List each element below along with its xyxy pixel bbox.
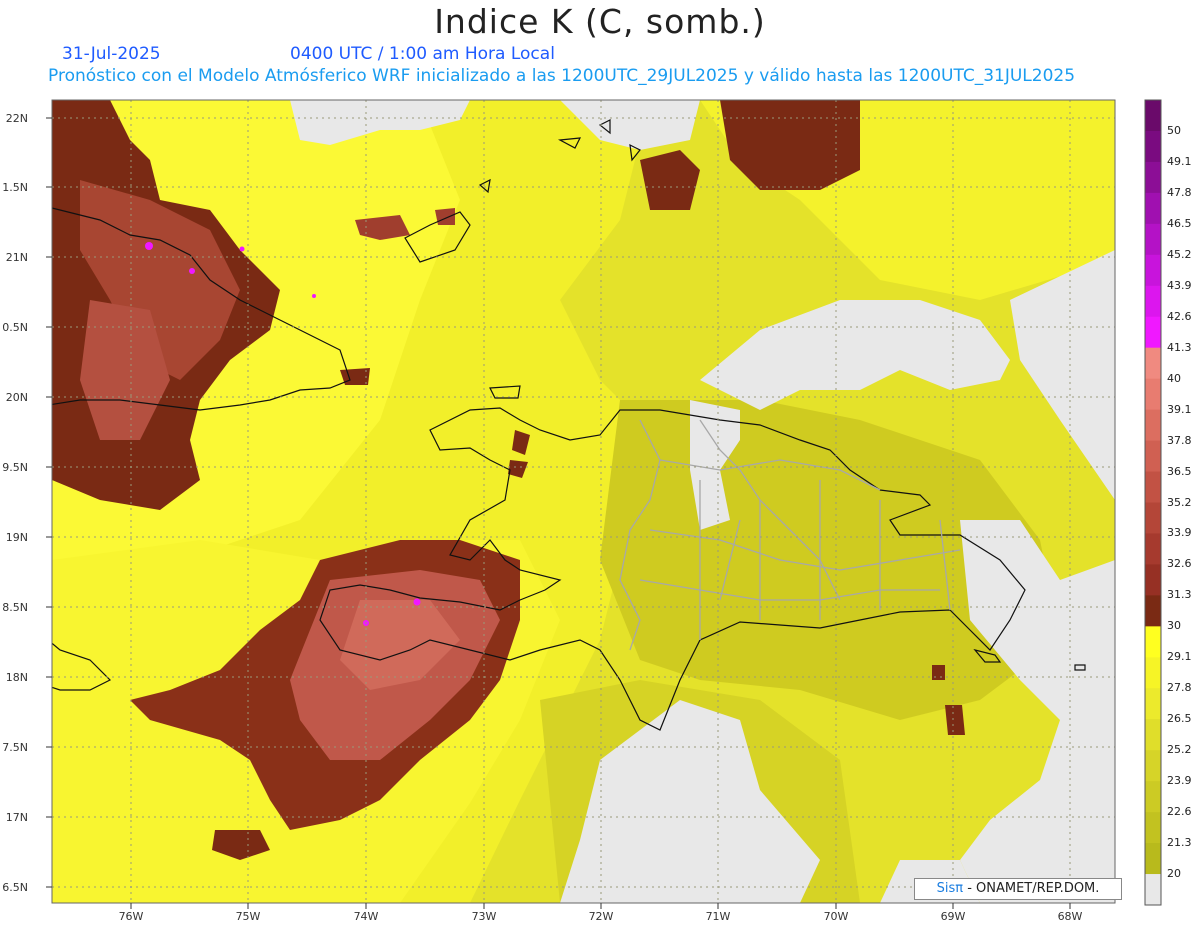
colorbar-segment [1145,502,1161,534]
lat-label: 22N [6,112,28,125]
colorbar-label: 36.5 [1167,464,1192,478]
colorbar-segment [1145,316,1161,349]
colorbar-label: 25.2 [1167,743,1192,757]
colorbar-segment [1145,750,1161,782]
lon-label: 70W [824,910,849,923]
lat-label: 18N [6,671,28,684]
lat-label: 9.5N [2,461,28,474]
colorbar-label: 46.5 [1167,216,1192,230]
colorbar-segment [1145,564,1161,596]
colorbar-segment [1145,161,1161,194]
colorbar-segment [1145,595,1161,627]
colorbar-segment [1145,192,1161,225]
colorbar-segment [1145,285,1161,318]
colorbar-segment [1145,378,1161,411]
lat-label: 17N [6,811,28,824]
colorbar-label: 35.2 [1167,495,1192,509]
colorbar-segment [1145,843,1161,875]
colorbar-label: 23.9 [1167,774,1192,788]
colorbar-label: 37.8 [1167,433,1192,447]
lon-label: 71W [706,910,731,923]
lat-label: 21N [6,251,28,264]
lon-label: 76W [119,910,144,923]
sispi-logo-text: Sisπ [936,881,964,896]
lat-label: 6.5N [2,881,28,894]
colorbar-label: 22.6 [1167,805,1192,819]
colorbar-label: 20 [1167,867,1181,881]
colorbar-label: 42.6 [1167,309,1192,323]
lon-label: 73W [472,910,497,923]
lat-label: 8.5N [2,601,28,614]
colorbar-segment [1145,347,1161,380]
colorbar-segment [1145,471,1161,503]
lat-label: 7.5N [2,741,28,754]
lat-label: 19N [6,531,28,544]
colorbar-segment [1145,440,1161,473]
colorbar-segment [1145,688,1161,720]
lon-label: 75W [236,910,261,923]
colorbar-label: 43.9 [1167,278,1192,292]
credit-text: - ONAMET/REP.DOM. [963,881,1100,896]
colorbar-segment [1145,533,1161,565]
colorbar-segment [1145,812,1161,844]
lat-label: 1.5N [2,181,28,194]
colorbar-segment [1145,130,1161,163]
colorbar-label: 47.8 [1167,185,1192,199]
colorbar-label: 50 [1167,123,1181,137]
lon-label: 74W [354,910,379,923]
colorbar-label: 49.1 [1167,154,1192,168]
colorbar-label: 26.5 [1167,712,1192,726]
colorbar-segment [1145,657,1161,689]
colorbar-label: 41.3 [1167,340,1192,354]
colorbar-label: 40 [1167,371,1181,385]
colorbar-segment [1145,223,1161,256]
lat-label: 20N [6,391,28,404]
colorbar-label: 21.3 [1167,836,1192,850]
colorbar-label: 29.1 [1167,650,1192,664]
colorbar-label: 45.2 [1167,247,1192,261]
colorbar-label: 32.6 [1167,557,1192,571]
colorbar-segment [1145,719,1161,751]
colorbar-segment [1145,254,1161,287]
colorbar-segment [1145,874,1161,906]
colorbar-label: 39.1 [1167,402,1192,416]
colorbar-label: 27.8 [1167,681,1192,695]
colorbar-segment [1145,409,1161,442]
colorbar [1144,99,1162,906]
credit-box: Sisπ - ONAMET/REP.DOM. [914,878,1122,900]
lon-label: 69W [941,910,966,923]
colorbar-label: 31.3 [1167,588,1192,602]
colorbar-label: 30 [1167,619,1181,633]
colorbar-segment [1145,100,1161,132]
colorbar-segment [1145,781,1161,813]
colorbar-label: 33.9 [1167,526,1192,540]
colorbar-segment [1145,626,1161,658]
lon-label: 68W [1058,910,1083,923]
lat-label: 0.5N [2,321,28,334]
lon-label: 72W [589,910,614,923]
k-index-map: 22N 1.5N 21N 0.5N 20N 9.5N 19N 8.5N 18N … [0,0,1200,931]
